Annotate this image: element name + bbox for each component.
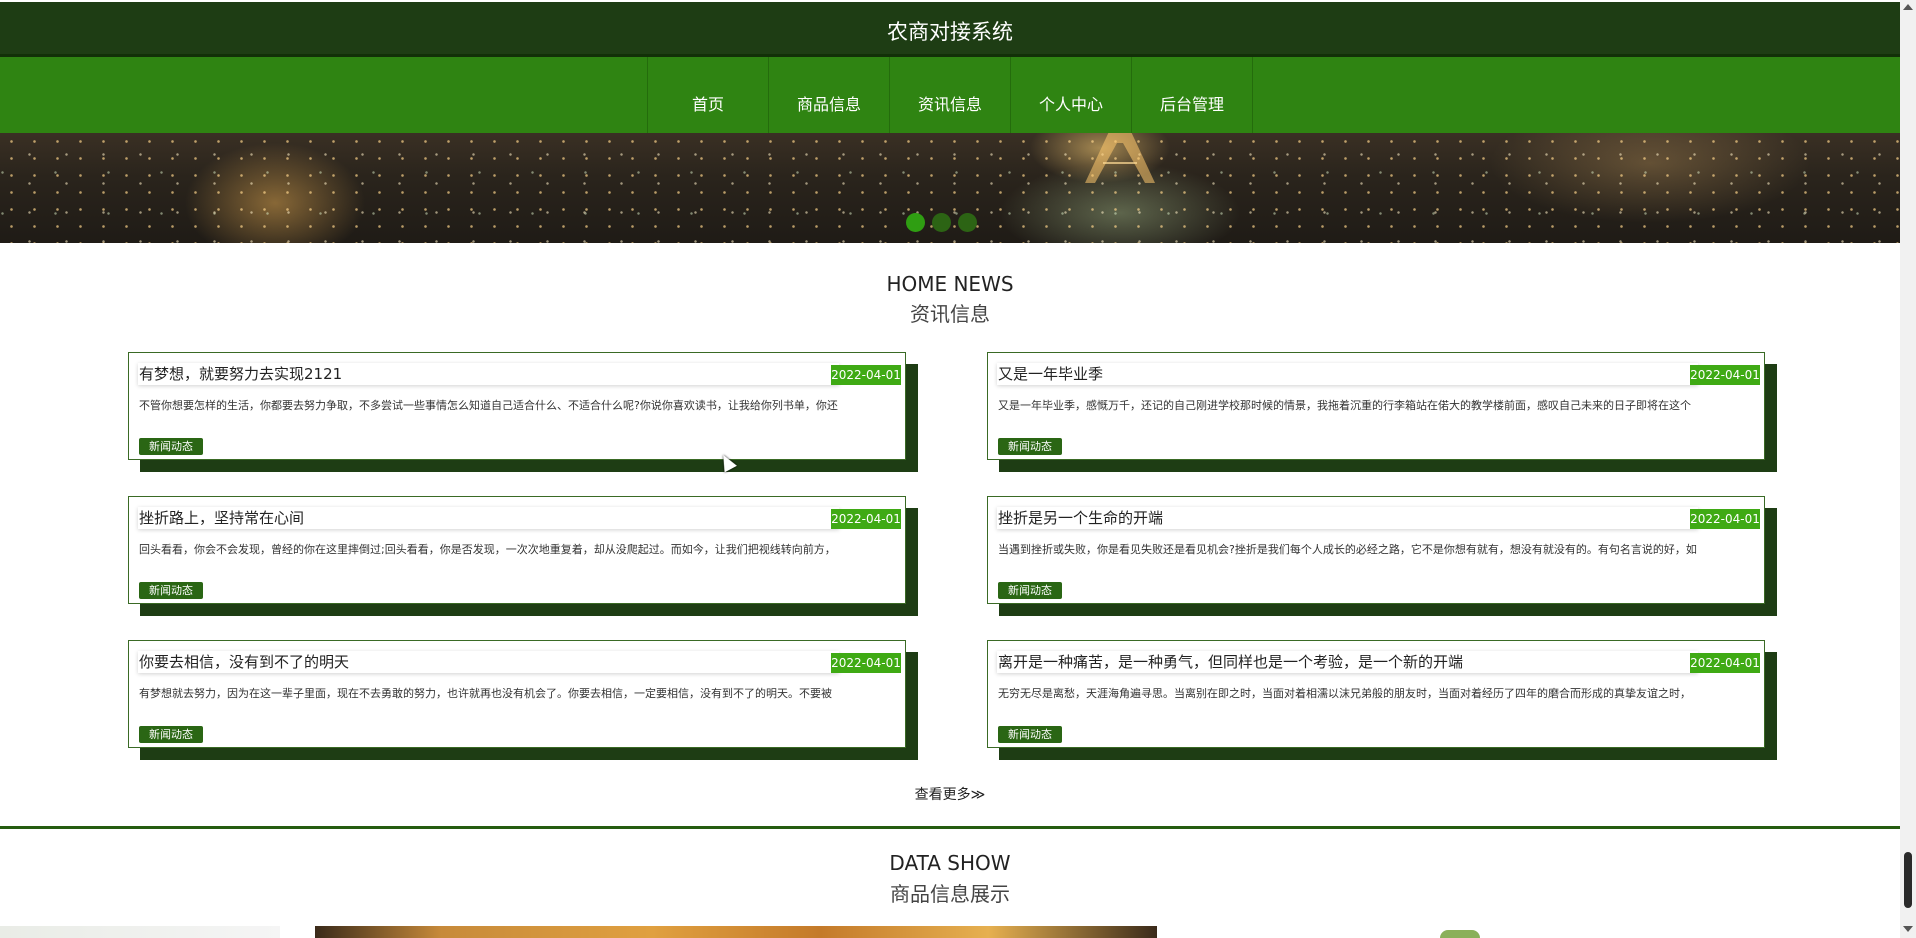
nav-item-products[interactable]: 商品信息 (769, 57, 890, 133)
news-card: 有梦想，就要努力去实现2121 2022-04-01 不管你想要怎样的生活，你都… (128, 352, 918, 472)
news-section-title-en: HOME NEWS (886, 272, 1014, 296)
nav-item-home[interactable]: 首页 (648, 57, 769, 133)
data-section-title-cn: 商品信息展示 (890, 882, 1010, 906)
carousel-dot-2[interactable] (932, 213, 951, 232)
news-category-tag[interactable]: 新闻动态 (998, 582, 1062, 599)
scroll-up-arrow-icon[interactable] (1903, 4, 1913, 10)
news-date: 2022-04-01 (1690, 365, 1760, 385)
news-title[interactable]: 离开是一种痛苦，是一种勇气，但同样也是一个考验，是一个新的开端 (997, 651, 1698, 673)
news-card-body[interactable]: 又是一年毕业季 2022-04-01 又是一年毕业季，感慨万千，还记的自己刚进学… (987, 352, 1765, 460)
news-summary: 又是一年毕业季，感慨万千，还记的自己刚进学校那时候的情景，我拖着沉重的行李箱站在… (998, 399, 1691, 412)
news-date: 2022-04-01 (1690, 509, 1760, 529)
news-card: 挫折是另一个生命的开端 2022-04-01 当遇到挫折或失败，你是看见失败还是… (987, 496, 1777, 616)
news-date: 2022-04-01 (831, 365, 901, 385)
news-date: 2022-04-01 (1690, 653, 1760, 673)
data-section-title-en: DATA SHOW (889, 851, 1011, 875)
news-date: 2022-04-01 (831, 509, 901, 529)
main-nav: 首页 商品信息 资讯信息 个人中心 后台管理 (647, 57, 1253, 133)
carousel-dot-3[interactable] (958, 213, 977, 232)
news-summary: 不管你想要怎样的生活，你都要去努力争取，不多尝试一些事情怎么知道自己适合什么、不… (139, 399, 838, 412)
news-card: 离开是一种痛苦，是一种勇气，但同样也是一个考验，是一个新的开端 2022-04-… (987, 640, 1777, 760)
news-title[interactable]: 挫折路上，坚持常在心间 (138, 507, 839, 529)
news-card-body[interactable]: 有梦想，就要努力去实现2121 2022-04-01 不管你想要怎样的生活，你都… (128, 352, 906, 460)
eiffel-tower-image (1085, 133, 1155, 183)
news-card-body[interactable]: 挫折是另一个生命的开端 2022-04-01 当遇到挫折或失败，你是看见失败还是… (987, 496, 1765, 604)
scrollbar-thumb[interactable] (1904, 852, 1912, 908)
news-category-tag[interactable]: 新闻动态 (998, 726, 1062, 743)
news-title[interactable]: 你要去相信，没有到不了的明天 (138, 651, 839, 673)
product-image-left-edge (0, 926, 280, 938)
section-divider (0, 826, 1900, 829)
top-header: 农商对接系统 (0, 2, 1900, 57)
news-card-body[interactable]: 离开是一种痛苦，是一种勇气，但同样也是一个考验，是一个新的开端 2022-04-… (987, 640, 1765, 748)
news-category-tag[interactable]: 新闻动态 (998, 438, 1062, 455)
carousel-dots (906, 213, 977, 232)
news-summary: 回头看看，你会不会发现，曾经的你在这里摔倒过;回头看看，你是否发现，一次次地重复… (139, 543, 836, 556)
news-summary: 当遇到挫折或失败，你是看见失败还是看见机会?挫折是我们每个人成长的必经之路，它不… (998, 543, 1697, 556)
news-card: 又是一年毕业季 2022-04-01 又是一年毕业季，感慨万千，还记的自己刚进学… (987, 352, 1777, 472)
page: 农商对接系统 首页 商品信息 资讯信息 个人中心 后台管理 HOME NEWS … (0, 0, 1900, 938)
scroll-down-arrow-icon[interactable] (1903, 926, 1913, 932)
site-title: 农商对接系统 (887, 20, 1013, 44)
news-summary: 有梦想就去努力，因为在这一辈子里面，现在不去勇敢的努力，也许就再也没有机会了。你… (139, 687, 832, 700)
news-category-tag[interactable]: 新闻动态 (139, 726, 203, 743)
news-card-body[interactable]: 挫折路上，坚持常在心间 2022-04-01 回头看看，你会不会发现，曾经的你在… (128, 496, 906, 604)
news-title[interactable]: 又是一年毕业季 (997, 363, 1698, 385)
news-summary: 无穷无尽是离愁，天涯海角遍寻思。当离别在即之时，当面对着相濡以沫兄弟般的朋友时，… (998, 687, 1691, 700)
news-category-tag[interactable]: 新闻动态 (139, 582, 203, 599)
news-card: 挫折路上，坚持常在心间 2022-04-01 回头看看，你会不会发现，曾经的你在… (128, 496, 918, 616)
main-nav-bar: 首页 商品信息 资讯信息 个人中心 后台管理 (0, 57, 1900, 133)
news-card: 你要去相信，没有到不了的明天 2022-04-01 有梦想就去努力，因为在这一辈… (128, 640, 918, 760)
nav-item-personal-center[interactable]: 个人中心 (1011, 57, 1132, 133)
page-scrollbar[interactable] (1900, 0, 1916, 938)
banner-carousel[interactable] (0, 133, 1900, 243)
nav-item-admin[interactable]: 后台管理 (1132, 57, 1253, 133)
nav-item-news[interactable]: 资讯信息 (890, 57, 1011, 133)
product-image-fruit[interactable] (315, 926, 1157, 938)
news-section-title-cn: 资讯信息 (910, 302, 990, 326)
news-category-tag[interactable]: 新闻动态 (139, 438, 203, 455)
news-card-body[interactable]: 你要去相信，没有到不了的明天 2022-04-01 有梦想就去努力，因为在这一辈… (128, 640, 906, 748)
view-more-link[interactable]: 查看更多≫ (0, 784, 1900, 804)
news-title[interactable]: 有梦想，就要努力去实现2121 (138, 363, 839, 385)
news-title[interactable]: 挫折是另一个生命的开端 (997, 507, 1698, 529)
news-date: 2022-04-01 (831, 653, 901, 673)
carousel-dot-1[interactable] (906, 213, 925, 232)
product-image-vegetable[interactable] (1440, 930, 1480, 938)
